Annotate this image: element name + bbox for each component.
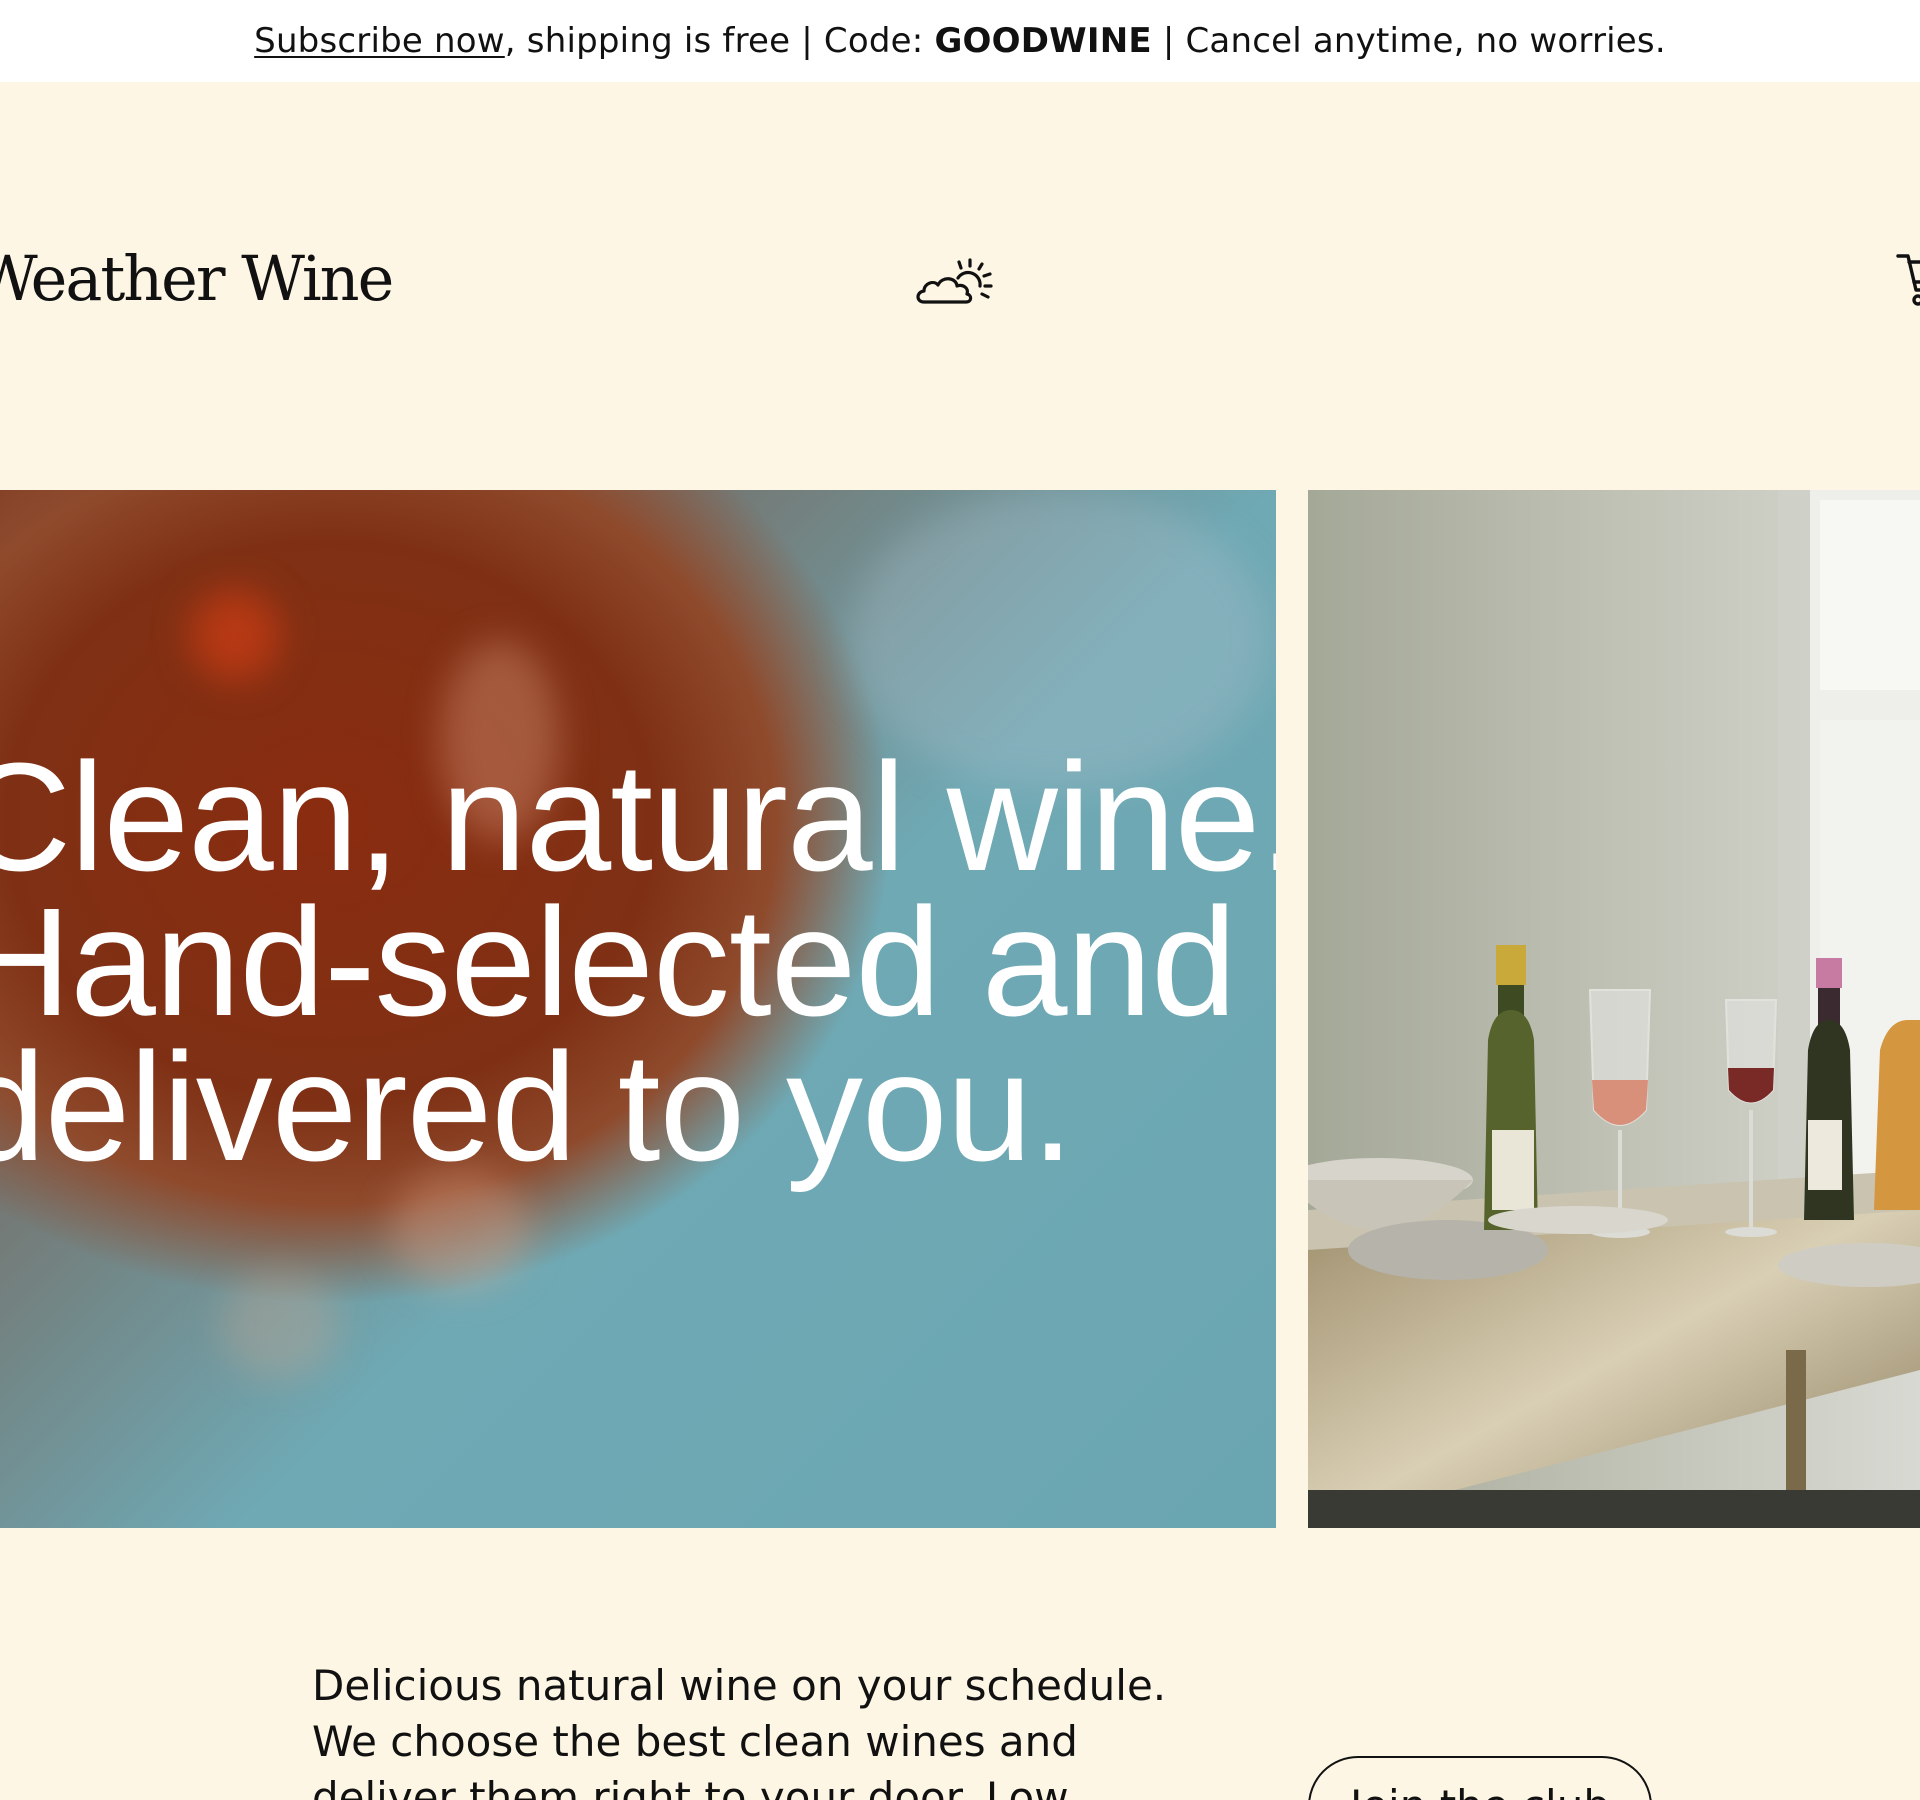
promo-code: GOODWINE: [934, 21, 1152, 61]
hero-headline-line: Hand-selected and: [0, 876, 1237, 1048]
hero-headline-line: delivered to you.: [0, 1021, 1074, 1193]
announcement-middle-text: , shipping is free | Code:: [504, 21, 935, 61]
intro-text: Delicious natural wine on your schedule.…: [312, 1661, 1167, 1800]
cart-icon[interactable]: [1896, 250, 1920, 310]
join-club-button[interactable]: Join the club: [1308, 1756, 1652, 1800]
page: Subscribe now, shipping is free | Code: …: [0, 0, 1920, 1800]
bokeh-light: [220, 1270, 340, 1380]
announcement-bar: Subscribe now, shipping is free | Code: …: [0, 0, 1920, 82]
hero-image-right: [1308, 490, 1920, 1528]
hero-image-left: Clean, natural wine. Hand-selected and d…: [0, 490, 1276, 1528]
wine-table-photo: [1308, 490, 1920, 1528]
hero-headline-line: Clean, natural wine.: [0, 731, 1276, 903]
hero-headline: Clean, natural wine. Hand-selected and d…: [0, 731, 1276, 1193]
bokeh-light: [190, 590, 280, 680]
site-logo[interactable]: Weather Wine: [0, 248, 394, 310]
cloud-sun-icon: [916, 258, 993, 304]
announcement-end-text: | Cancel anytime, no worries.: [1151, 21, 1666, 61]
subscribe-link[interactable]: Subscribe now: [254, 21, 505, 61]
